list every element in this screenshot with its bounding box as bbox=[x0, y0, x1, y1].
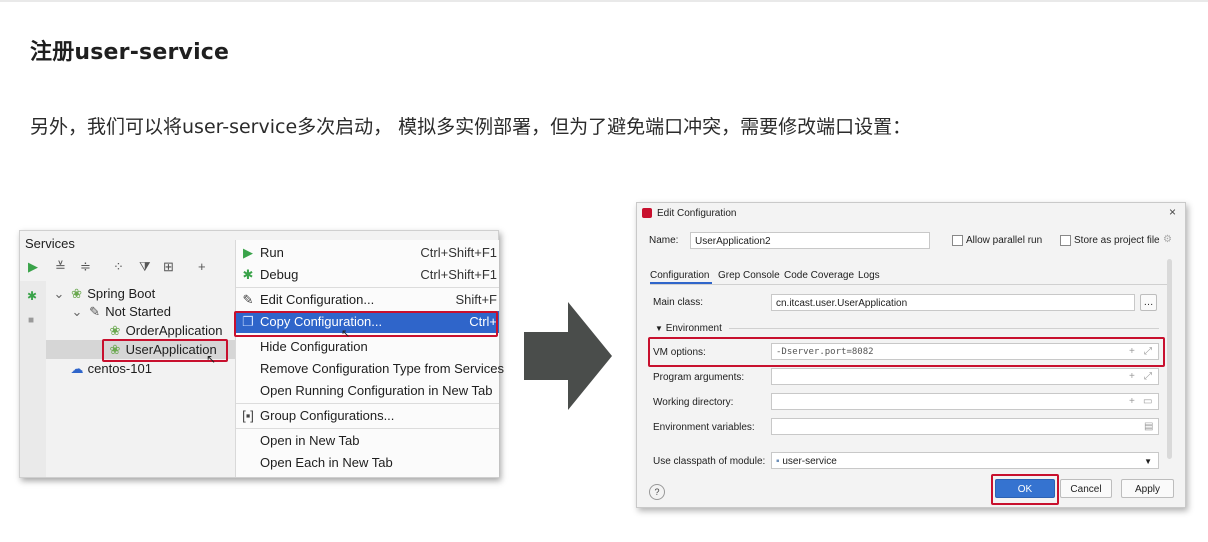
name-label: Name: bbox=[649, 235, 679, 246]
menu-item-open-running-configuration[interactable]: Open Running Configuration in New Tab bbox=[236, 380, 499, 402]
browse-main-class-button[interactable]: … bbox=[1140, 294, 1157, 311]
chevron-down-icon: ▼ bbox=[1144, 457, 1152, 466]
menu-item-edit-configuration[interactable]: ✎ Edit Configuration... Shift+F bbox=[236, 289, 499, 311]
main-class-label: Main class: bbox=[653, 297, 704, 308]
new-tab-icon[interactable]: ⊞ bbox=[163, 259, 174, 275]
services-panel: Services ▶ ≚ ≑ ⁘ ⧩ ⊞ + ✱ ■ ⌄ ❀ Spring Bo… bbox=[19, 230, 504, 478]
vertical-scrollbar[interactable] bbox=[1167, 259, 1172, 459]
tree-node-centos[interactable]: ☁ centos-101 bbox=[70, 361, 152, 377]
top-divider bbox=[0, 0, 1208, 2]
add-icon[interactable]: + bbox=[1129, 396, 1135, 407]
edit-configuration-dialog: Edit Configuration × Name: UserApplicati… bbox=[636, 202, 1186, 508]
right-arrow-icon bbox=[524, 302, 612, 410]
chevron-down-icon: ▼ bbox=[655, 324, 663, 333]
tree-node-order-application[interactable]: ❀ OrderApplication bbox=[108, 323, 223, 339]
dialog-title: Edit Configuration bbox=[657, 208, 737, 219]
tree-node-spring-boot[interactable]: ⌄ ❀ Spring Boot bbox=[52, 286, 156, 302]
cancel-button[interactable]: Cancel bbox=[1060, 479, 1112, 498]
debug-icon: ✱ bbox=[242, 267, 254, 282]
allow-parallel-label: Allow parallel run bbox=[966, 235, 1043, 246]
group-icon: [▪] bbox=[242, 408, 254, 423]
stop-icon[interactable]: ■ bbox=[28, 315, 34, 326]
tab-divider bbox=[650, 284, 1169, 285]
run-icon[interactable]: ▶ bbox=[28, 259, 38, 275]
collapse-all-icon[interactable]: ≑ bbox=[80, 259, 91, 275]
docker-icon: ☁ bbox=[70, 361, 84, 376]
program-arguments-label: Program arguments: bbox=[653, 372, 745, 383]
cursor-icon: ↖ bbox=[206, 352, 217, 366]
working-directory-label: Working directory: bbox=[653, 397, 734, 408]
menu-item-group-configurations[interactable]: [▪] Group Configurations... bbox=[236, 405, 499, 427]
environment-variables-label: Environment variables: bbox=[653, 422, 755, 433]
tree-node-not-started[interactable]: ⌄ ✎ Not Started bbox=[70, 304, 171, 320]
cursor-icon: ↖ bbox=[341, 328, 351, 340]
document-icon[interactable]: ▤ bbox=[1144, 421, 1153, 432]
close-icon[interactable]: × bbox=[1169, 205, 1176, 219]
intro-paragraph: 另外，我们可以将user-service多次启动， 模拟多实例部署，但为了避免端… bbox=[30, 116, 912, 138]
classpath-module-select[interactable]: ▪ user-service ▼ bbox=[771, 452, 1159, 469]
menu-item-hide-configuration[interactable]: Hide Configuration bbox=[236, 336, 499, 358]
copy-configuration-highlight bbox=[234, 311, 498, 337]
allow-parallel-checkbox[interactable] bbox=[952, 235, 963, 246]
filter-icon[interactable]: ⧩ bbox=[139, 259, 151, 275]
add-icon[interactable]: + bbox=[198, 259, 206, 274]
vm-options-highlight bbox=[648, 337, 1165, 367]
menu-item-open-in-new-tab[interactable]: Open in New Tab bbox=[236, 430, 499, 452]
services-side-toolbar: ✱ ■ bbox=[20, 281, 46, 477]
services-tree: ⌄ ❀ Spring Boot ⌄ ✎ Not Started ❀ OrderA… bbox=[46, 281, 235, 477]
add-icon[interactable]: + bbox=[1129, 371, 1135, 382]
menu-separator bbox=[236, 287, 499, 288]
services-title: Services bbox=[25, 236, 75, 251]
store-project-checkbox[interactable] bbox=[1060, 235, 1071, 246]
services-toolbar: ▶ ≚ ≑ ⁘ ⧩ ⊞ + bbox=[20, 255, 235, 281]
classpath-module-label: Use classpath of module: bbox=[653, 456, 766, 467]
section-divider bbox=[729, 328, 1159, 329]
gear-icon[interactable]: ⚙ bbox=[1163, 234, 1172, 245]
chevron-down-icon: ⌄ bbox=[71, 304, 83, 319]
menu-item-debug[interactable]: ✱ Debug Ctrl+Shift+F1 bbox=[236, 264, 499, 286]
tab-grep-console[interactable]: Grep Console bbox=[718, 270, 780, 281]
ok-button-highlight bbox=[991, 474, 1059, 505]
environment-variables-field[interactable] bbox=[771, 418, 1159, 435]
group-icon[interactable]: ⁘ bbox=[113, 259, 124, 275]
wrench-icon: ✎ bbox=[89, 304, 101, 319]
name-field[interactable]: UserApplication2 bbox=[690, 232, 930, 249]
main-class-field[interactable]: cn.itcast.user.UserApplication bbox=[771, 294, 1135, 311]
chevron-down-icon: ⌄ bbox=[53, 286, 65, 301]
environment-section[interactable]: ▼ Environment bbox=[655, 323, 722, 334]
program-arguments-field[interactable] bbox=[771, 368, 1159, 385]
tab-code-coverage[interactable]: Code Coverage bbox=[784, 270, 854, 281]
menu-item-remove-configuration-type[interactable]: Remove Configuration Type from Services bbox=[236, 358, 504, 380]
spring-boot-icon: ❀ bbox=[71, 286, 83, 301]
expand-icon[interactable]: ⤢ bbox=[1144, 371, 1152, 382]
debug-icon[interactable]: ✱ bbox=[27, 289, 37, 303]
spring-boot-icon: ❀ bbox=[109, 323, 121, 338]
expand-all-icon[interactable]: ≚ bbox=[55, 259, 66, 275]
context-menu: ▶ Run Ctrl+Shift+F1 ✱ Debug Ctrl+Shift+F… bbox=[235, 240, 504, 477]
folder-icon[interactable]: ▭ bbox=[1143, 396, 1152, 407]
module-icon: ▪ bbox=[776, 456, 780, 467]
tab-configuration[interactable]: Configuration bbox=[650, 270, 709, 281]
help-button[interactable]: ? bbox=[649, 484, 665, 500]
intellij-logo-icon bbox=[642, 208, 652, 218]
menu-item-run[interactable]: ▶ Run Ctrl+Shift+F1 bbox=[236, 242, 499, 264]
store-project-label: Store as project file bbox=[1074, 235, 1160, 246]
section-heading: 注册user-service bbox=[30, 40, 230, 65]
run-icon: ▶ bbox=[243, 245, 253, 260]
menu-item-open-each-in-new-tab[interactable]: Open Each in New Tab bbox=[236, 452, 499, 474]
apply-button[interactable]: Apply bbox=[1121, 479, 1174, 498]
working-directory-field[interactable] bbox=[771, 393, 1159, 410]
menu-separator bbox=[236, 428, 499, 429]
menu-separator bbox=[236, 403, 499, 404]
edit-icon: ✎ bbox=[242, 292, 254, 307]
tab-logs[interactable]: Logs bbox=[858, 270, 880, 281]
